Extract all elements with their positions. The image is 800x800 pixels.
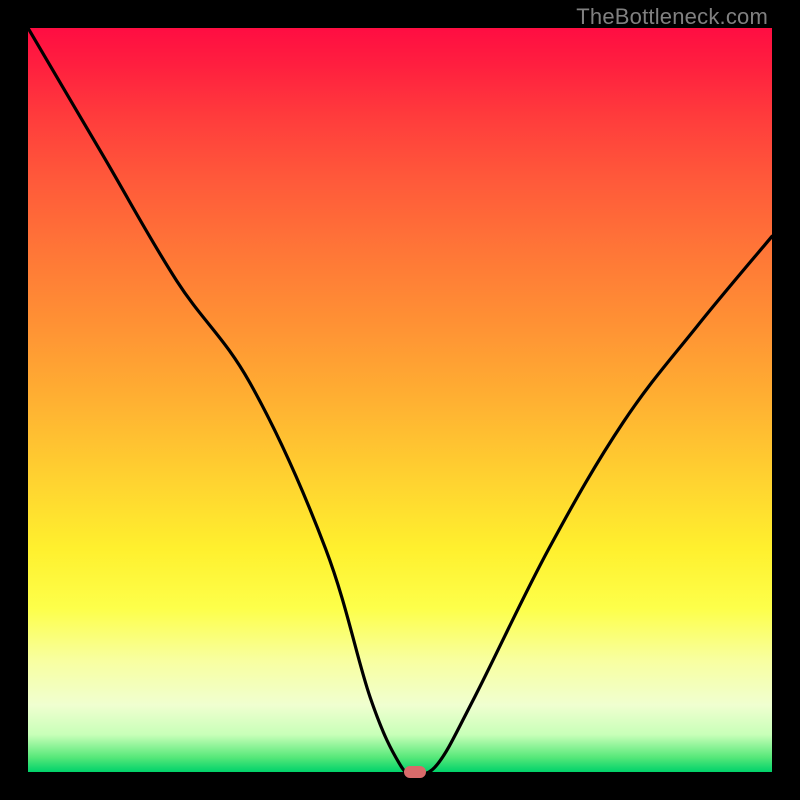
- bottleneck-curve: [28, 28, 772, 772]
- curve-path: [28, 28, 772, 772]
- chart-container: TheBottleneck.com: [0, 0, 800, 800]
- optimal-marker: [404, 766, 426, 778]
- watermark-text: TheBottleneck.com: [576, 4, 768, 30]
- plot-area: [28, 28, 772, 772]
